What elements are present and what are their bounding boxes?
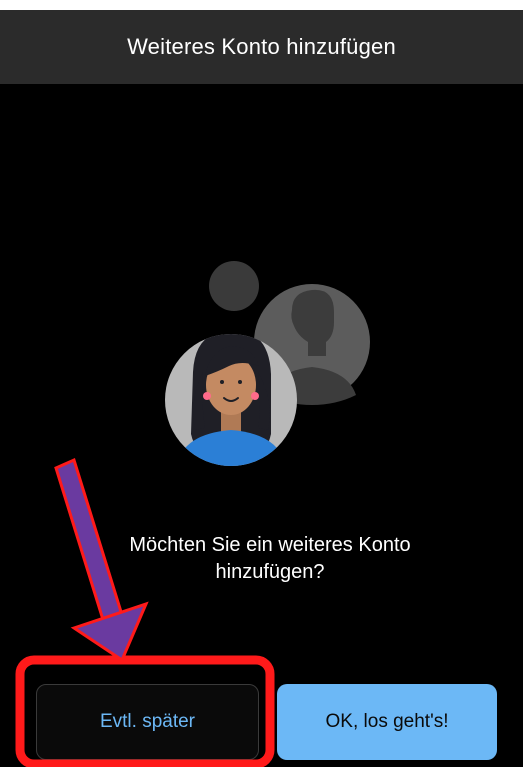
ok-lets-go-label: OK, los geht's! xyxy=(325,711,449,732)
app-screen: Weiteres Konto hinzufügen Möchten Sie ei… xyxy=(0,0,523,767)
add-account-prompt: Möchten Sie ein weiteres Konto hinzufüge… xyxy=(60,532,480,586)
maybe-later-button[interactable]: Evtl. später xyxy=(36,684,259,760)
prompt-line-2: hinzufügen? xyxy=(215,561,325,583)
prompt-line-1: Möchten Sie ein weiteres Konto xyxy=(129,534,411,556)
maybe-later-label: Evtl. später xyxy=(99,711,196,732)
dot-decoration xyxy=(209,261,259,311)
ok-lets-go-button[interactable]: OK, los geht's! xyxy=(277,684,497,760)
add-account-people-icon xyxy=(165,261,370,466)
